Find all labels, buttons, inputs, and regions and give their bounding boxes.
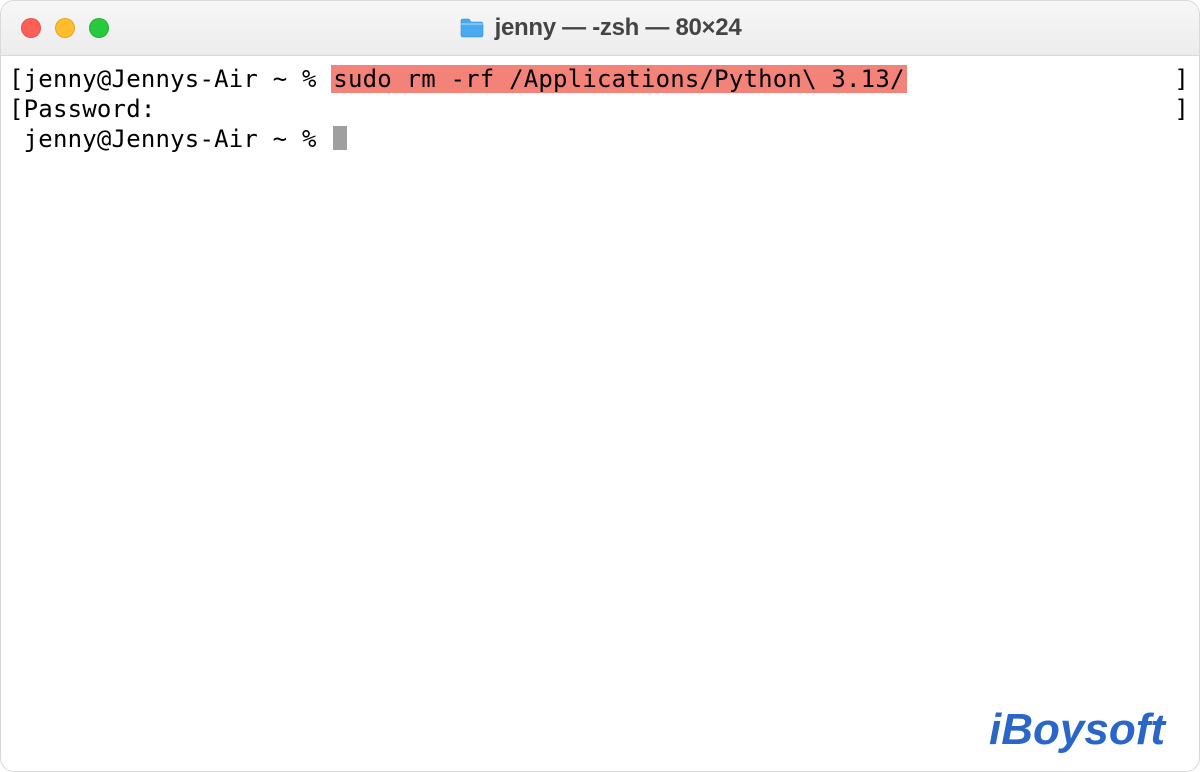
terminal-line-2: [Password: — [9, 94, 1191, 124]
close-icon[interactable] — [21, 18, 41, 38]
terminal-line-3: jenny@Jennys-Air ~ % — [9, 124, 1191, 154]
watermark-text: iBoysoft — [989, 705, 1165, 755]
watermark-logo: iBoysoft — [989, 705, 1165, 755]
window-title: jenny — -zsh — 80×24 — [459, 14, 742, 42]
minimize-icon[interactable] — [55, 18, 75, 38]
cursor-icon — [333, 126, 347, 150]
window-title-text: jenny — -zsh — 80×24 — [495, 14, 742, 42]
password-label: Password: — [24, 95, 156, 123]
traffic-lights — [21, 18, 109, 38]
zoom-icon[interactable] — [89, 18, 109, 38]
line1-prefix: [ — [9, 65, 24, 93]
prompt-1: jenny@Jennys-Air ~ % — [24, 65, 332, 93]
terminal-line-1: [jenny@Jennys-Air ~ % sudo rm -rf /Appli… — [9, 64, 1191, 94]
bracket-2: ] — [1174, 94, 1189, 124]
right-brackets: ] ] — [1174, 64, 1189, 124]
folder-icon — [459, 17, 485, 39]
window-titlebar: jenny — -zsh — 80×24 — [1, 1, 1199, 56]
prompt-2: jenny@Jennys-Air ~ % — [9, 125, 331, 153]
line2-prefix: [ — [9, 95, 24, 123]
terminal-window: jenny — -zsh — 80×24 [jenny@Jennys-Air ~… — [0, 0, 1200, 772]
bracket-1: ] — [1174, 64, 1189, 94]
command-highlight: sudo rm -rf /Applications/Python\ 3.13/ — [331, 65, 906, 93]
terminal-body[interactable]: [jenny@Jennys-Air ~ % sudo rm -rf /Appli… — [1, 56, 1199, 154]
